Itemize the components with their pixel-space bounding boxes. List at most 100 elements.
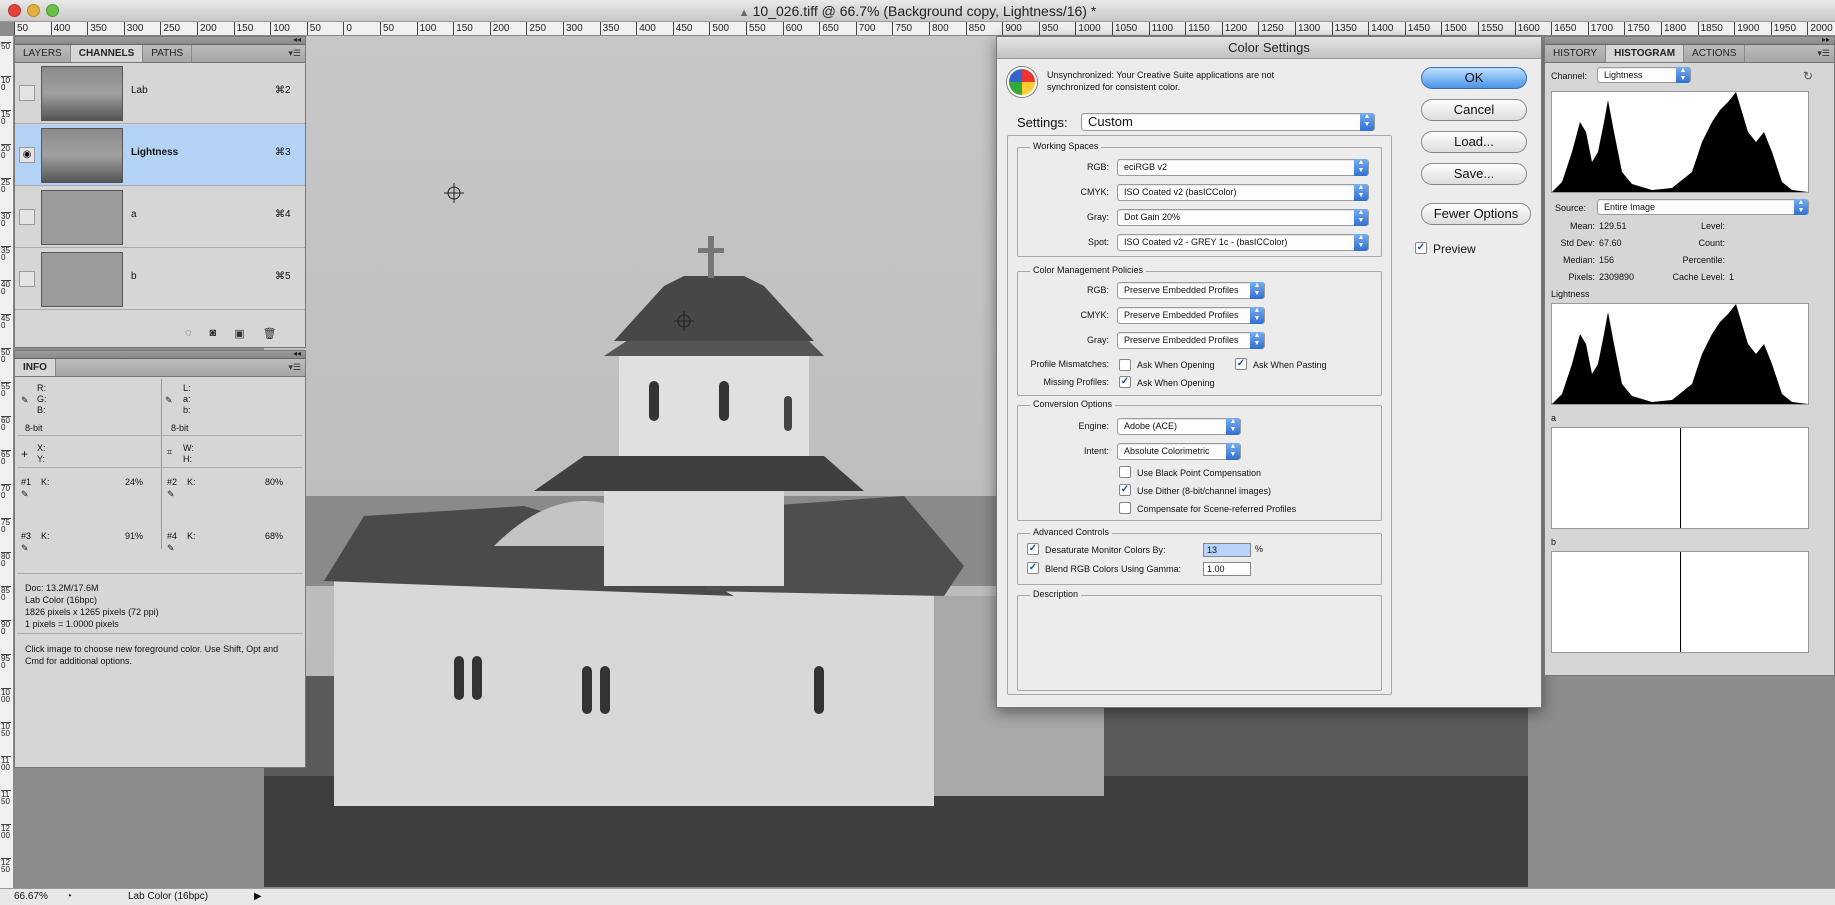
ok-button[interactable]: OK	[1421, 67, 1527, 89]
ruler-tick-label: 950	[1038, 22, 1058, 35]
blend-gamma-label: Blend RGB Colors Using Gamma:	[1045, 564, 1182, 574]
ws-spot-select[interactable]: ISO Coated v2 - GREY 1c - (basICColor) ▲ ▼	[1117, 234, 1369, 251]
ruler-tick-label: 1050	[1112, 22, 1137, 35]
new-channel-icon[interactable]: ▣	[234, 327, 244, 340]
advanced-title: Advanced Controls	[1030, 527, 1113, 537]
channel-row-b[interactable]: b ⌘5	[15, 249, 305, 310]
channel-row-lightness[interactable]: ◉ Lightness ⌘3	[15, 125, 305, 186]
channel-name: a	[131, 209, 137, 220]
chevron-updown-icon: ▲ ▼	[1676, 67, 1690, 83]
cancel-button[interactable]: Cancel	[1421, 99, 1527, 121]
policy-rgb-select[interactable]: Preserve Embedded Profiles ▲ ▼	[1117, 282, 1265, 299]
tab-history[interactable]: HISTORY	[1545, 45, 1607, 62]
ask-pasting-checkbox[interactable]: ✓	[1235, 358, 1247, 370]
ruler-tick-label: 250	[526, 22, 546, 35]
source-select[interactable]: Entire Image ▲ ▼	[1597, 199, 1809, 215]
dialog-title: Color Settings	[997, 37, 1541, 59]
zoom-window-button[interactable]	[46, 4, 59, 17]
black-point-checkbox[interactable]	[1119, 466, 1131, 478]
channel-value: Lightness	[1604, 70, 1643, 80]
panel-menu-icon[interactable]: ▾☰	[288, 48, 301, 59]
vertical-ruler[interactable]: 50 100 150 200 250 300 350 400 450 500 550 600 650 70…	[0, 36, 14, 888]
l-label: L:	[183, 383, 191, 393]
ws-gray-select[interactable]: Dot Gain 20% ▲ ▼	[1117, 209, 1369, 226]
panel-grip[interactable]: ▸▸	[1545, 35, 1834, 45]
preview-checkbox[interactable]: ✓	[1415, 242, 1427, 254]
policy-gray-select[interactable]: Preserve Embedded Profiles ▲ ▼	[1117, 332, 1265, 349]
chevron-updown-icon: ▲ ▼	[1250, 332, 1264, 349]
sampler-1-id: #1	[21, 477, 32, 487]
visibility-toggle[interactable]	[19, 209, 35, 225]
ruler-tick-label: 800	[929, 22, 949, 35]
missing-ask-opening-checkbox[interactable]: ✓	[1119, 376, 1131, 388]
zoom-level[interactable]: 66.67%	[14, 889, 48, 905]
collapse-icon[interactable]: ◂◂	[293, 349, 301, 358]
ws-cmyk-select[interactable]: ISO Coated v2 (basICColor) ▲ ▼	[1117, 184, 1369, 201]
close-window-button[interactable]	[8, 4, 21, 17]
sampler-3-label: K:	[41, 531, 50, 541]
blend-gamma-checkbox[interactable]: ✓	[1027, 562, 1039, 574]
trash-icon[interactable]: 🗑	[263, 327, 277, 340]
mean-label: Mean:	[1569, 221, 1595, 231]
collapse-icon[interactable]: ◂◂	[293, 35, 301, 44]
tab-info[interactable]: INFO	[15, 359, 56, 376]
y-label: Y:	[37, 454, 46, 464]
eye-icon[interactable]: ◉	[19, 147, 35, 163]
panel-grip[interactable]: ◂◂	[15, 35, 305, 45]
ruler-tick-label: 1900	[1734, 22, 1759, 35]
ruler-tick-label: 150	[233, 22, 253, 35]
ruler-tick-label: 50	[14, 22, 28, 35]
chevron-updown-icon: ▲ ▼	[1226, 443, 1240, 460]
fewer-options-button[interactable]: Fewer Options	[1421, 203, 1531, 225]
load-selection-icon[interactable]: ◌	[185, 327, 192, 340]
load-button[interactable]: Load...	[1421, 131, 1527, 153]
chevron-updown-icon: ▲ ▼	[1354, 209, 1368, 226]
horizontal-ruler[interactable]: 50 400 350 300 250 200 150 100 50 0 50 100 150 200 250…	[14, 22, 1835, 36]
scene-checkbox[interactable]	[1119, 502, 1131, 514]
tab-paths[interactable]: PATHS	[143, 45, 193, 62]
collapse-icon[interactable]: ▸▸	[1822, 35, 1830, 44]
tab-actions[interactable]: ACTIONS	[1684, 45, 1746, 62]
panel-grip[interactable]: ◂◂	[15, 349, 305, 359]
channel-row-a[interactable]: a ⌘4	[15, 187, 305, 248]
desaturate-checkbox[interactable]: ✓	[1027, 543, 1039, 555]
a-label: a:	[183, 394, 191, 404]
policy-cmyk-select[interactable]: Preserve Embedded Profiles ▲ ▼	[1117, 307, 1265, 324]
play-arrow-icon[interactable]: ▶	[254, 889, 262, 905]
ruler-tick-label: 1250	[1, 858, 11, 874]
refresh-icon[interactable]: ↻	[1803, 69, 1813, 83]
intent-select[interactable]: Absolute Colorimetric ▲ ▼	[1117, 443, 1241, 460]
ruler-tick-label: 2000	[1807, 22, 1833, 35]
save-selection-icon[interactable]: ◙	[210, 327, 217, 340]
photoshop-window: ▲ 10_026.tiff @ 66.7% (Background copy, …	[0, 0, 1835, 905]
channel-row-lab[interactable]: Lab ⌘2	[15, 63, 305, 124]
ruler-tick-label: 1250	[1258, 22, 1284, 35]
minimize-window-button[interactable]	[27, 4, 40, 17]
sampler-3-id: #3	[21, 531, 32, 541]
channel-list: Lab ⌘2 ◉ Lightness ⌘3 a ⌘4 b ⌘5	[15, 63, 305, 313]
ws-rgb-select[interactable]: eciRGB v2 ▲ ▼	[1117, 159, 1369, 176]
visibility-toggle[interactable]	[19, 85, 35, 101]
blend-gamma-input[interactable]: 1.00	[1203, 562, 1251, 576]
ruler-tick-label: 1500	[1441, 22, 1467, 35]
divider	[17, 467, 303, 468]
tab-channels[interactable]: CHANNELS	[70, 45, 144, 62]
channel-select[interactable]: Lightness ▲ ▼	[1597, 67, 1691, 83]
panel-menu-icon[interactable]: ▾☰	[288, 362, 301, 373]
settings-select[interactable]: Custom ▲ ▼	[1081, 113, 1375, 131]
dither-checkbox[interactable]: ✓	[1119, 484, 1131, 496]
save-button[interactable]: Save...	[1421, 163, 1527, 185]
tab-layers[interactable]: LAYERS	[15, 45, 71, 62]
panel-menu-icon[interactable]: ▾☰	[1817, 48, 1830, 59]
ask-opening-checkbox[interactable]	[1119, 359, 1131, 371]
visibility-toggle[interactable]	[19, 271, 35, 287]
status-menu-icon[interactable]: ◔	[66, 889, 72, 905]
tab-histogram[interactable]: HISTOGRAM	[1606, 45, 1685, 62]
desaturate-input[interactable]: 13	[1203, 543, 1251, 557]
ruler-tick-label: 350	[87, 22, 107, 35]
source-label: Source:	[1555, 203, 1587, 213]
engine-select[interactable]: Adobe (ACE) ▲ ▼	[1117, 418, 1241, 435]
bit-depth-left: 8-bit	[25, 423, 43, 433]
ruler-tick-label: 1550	[1478, 22, 1503, 35]
r-label: R:	[37, 383, 46, 393]
